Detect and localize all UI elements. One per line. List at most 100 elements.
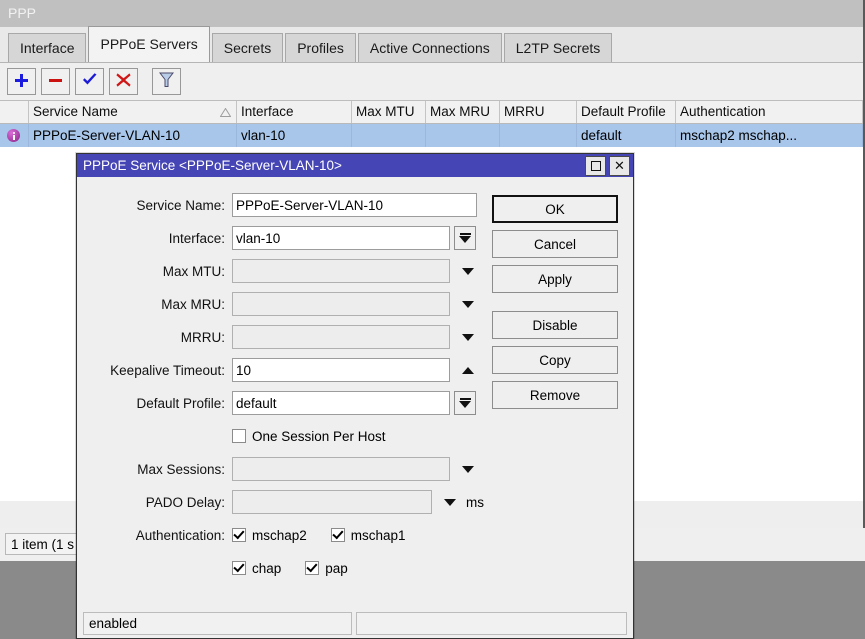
one-session-per-host-label: One Session Per Host [252,429,386,444]
column-header-max-mtu[interactable]: Max MTU [352,101,426,123]
pado-delay-chevron-down-icon[interactable] [444,499,456,506]
cancel-button[interactable]: Cancel [492,230,618,258]
cell-authentication: mschap2 mschap... [676,124,863,147]
column-header-interface[interactable]: Interface [237,101,352,123]
column-header-default-profile[interactable]: Default Profile [577,101,676,123]
column-header-max-mru[interactable]: Max MRU [426,101,500,123]
sort-ascending-icon [220,108,231,117]
row-flag-cell [0,124,29,147]
max-mtu-chevron-down-icon[interactable] [462,268,474,275]
pppoe-service-dialog: PPPoE Service <PPPoE-Server-VLAN-10> ✕ S… [76,153,634,639]
keepalive-timeout-input[interactable] [232,358,450,382]
remove-button[interactable] [41,68,70,95]
tab-interface[interactable]: Interface [8,33,86,62]
close-button[interactable]: ✕ [609,156,630,176]
cell-max-mtu [352,124,426,147]
filter-button[interactable] [152,68,181,95]
auth-mschap1-group[interactable]: mschap1 [331,528,406,543]
auth-mschap2-label: mschap2 [252,528,307,543]
dropdown-bar-icon [460,398,471,400]
chevron-down-icon [459,236,471,243]
filter-funnel-icon [159,72,174,91]
default-profile-dropdown-button[interactable] [454,391,476,415]
cell-service-name: PPPoE-Server-VLAN-10 [29,124,237,147]
service-name-input[interactable] [232,193,477,217]
cell-mrru [500,124,577,147]
column-header-label: Service Name [33,104,118,119]
label-interface: Interface: [77,231,232,246]
auth-mschap1-label: mschap1 [351,528,406,543]
interface-dropdown-button[interactable] [454,226,476,250]
label-keepalive-timeout: Keepalive Timeout: [77,363,232,378]
auth-chap-group[interactable]: chap [232,561,281,576]
disable-button[interactable]: Disable [492,311,618,339]
default-profile-input[interactable] [232,391,450,415]
info-icon [7,129,20,142]
one-session-per-host-checkbox[interactable] [232,429,246,443]
label-max-sessions: Max Sessions: [77,462,232,477]
tab-profiles[interactable]: Profiles [285,33,356,62]
one-session-per-host-checkbox-group[interactable]: One Session Per Host [232,429,386,444]
enable-button[interactable] [75,68,104,95]
ok-button[interactable]: OK [492,195,618,223]
mrru-input[interactable] [232,325,450,349]
tab-active-connections[interactable]: Active Connections [358,33,502,62]
label-pado-delay: PADO Delay: [77,495,232,510]
disable-button[interactable] [109,68,138,95]
pado-delay-unit: ms [466,495,484,510]
interface-input[interactable] [232,226,450,250]
maximize-icon [591,161,601,171]
table-row[interactable]: PPPoE-Server-VLAN-10 vlan-10 default msc… [0,124,863,147]
tab-bar: Interface PPPoE Servers Secrets Profiles… [0,27,863,63]
column-header-service-name[interactable]: Service Name [29,101,237,123]
auth-mschap2-group[interactable]: mschap2 [232,528,307,543]
remove-icon [48,73,63,91]
toolbar [0,63,863,100]
tab-pppoe-servers[interactable]: PPPoE Servers [88,26,209,62]
add-button[interactable] [7,68,36,95]
dialog-button-column: OK Cancel Apply Disable Copy Remove [492,195,618,416]
remove-button[interactable]: Remove [492,381,618,409]
mrru-chevron-down-icon[interactable] [462,334,474,341]
label-default-profile: Default Profile: [77,396,232,411]
maximize-button[interactable] [585,156,606,176]
auth-pap-label: pap [325,561,348,576]
row-one-session-per-host: One Session Per Host [77,422,633,450]
apply-button[interactable]: Apply [492,265,618,293]
auth-chap-label: chap [252,561,281,576]
max-mru-input[interactable] [232,292,450,316]
close-icon: ✕ [614,159,625,172]
column-header-flag[interactable] [0,101,29,123]
label-authentication: Authentication: [77,528,232,543]
copy-button[interactable]: Copy [492,346,618,374]
keepalive-timeout-chevron-up-icon[interactable] [462,367,474,374]
enable-check-icon [82,73,98,90]
auth-pap-checkbox[interactable] [305,561,319,575]
auth-mschap1-checkbox[interactable] [331,528,345,542]
auth-pap-group[interactable]: pap [305,561,348,576]
cell-default-profile: default [577,124,676,147]
cell-max-mru [426,124,500,147]
auth-mschap2-checkbox[interactable] [232,528,246,542]
column-header-authentication[interactable]: Authentication [676,101,863,123]
dropdown-bar-icon [460,233,471,235]
row-pado-delay: PADO Delay: ms [77,488,633,516]
row-authentication-1: Authentication: mschap2 mschap1 [77,521,633,549]
auth-chap-checkbox[interactable] [232,561,246,575]
label-service-name: Service Name: [77,198,232,213]
tab-l2tp-secrets[interactable]: L2TP Secrets [504,33,613,62]
window-title: PPP [8,5,36,21]
dialog-status-enabled: enabled [83,612,352,635]
max-sessions-chevron-down-icon[interactable] [462,466,474,473]
cell-interface: vlan-10 [237,124,352,147]
tab-secrets[interactable]: Secrets [212,33,283,62]
dialog-title: PPPoE Service <PPPoE-Server-VLAN-10> [83,158,585,173]
chevron-down-icon [459,401,471,408]
column-header-mrru[interactable]: MRRU [500,101,577,123]
pado-delay-input[interactable] [232,490,432,514]
dialog-status-secondary [356,612,627,635]
max-sessions-input[interactable] [232,457,450,481]
max-mtu-input[interactable] [232,259,450,283]
dialog-titlebar[interactable]: PPPoE Service <PPPoE-Server-VLAN-10> ✕ [77,154,633,177]
max-mru-chevron-down-icon[interactable] [462,301,474,308]
